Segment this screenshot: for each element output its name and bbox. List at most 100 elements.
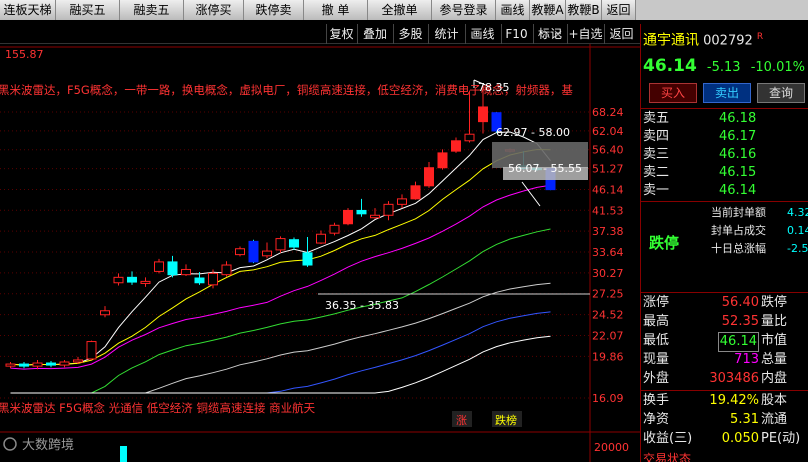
stat2-label-2: PE(动) — [761, 431, 801, 446]
stat2-row: 收益(三) 0.050 PE(动) — [641, 430, 808, 448]
trade-status: 交易状态 — [643, 452, 692, 462]
ask-price: 46.16 — [719, 147, 757, 162]
ask-price: 46.18 — [719, 111, 757, 126]
ma-line — [10, 228, 551, 394]
candle-body — [221, 264, 232, 276]
seal-row: 当前封单额 4.32 — [641, 204, 808, 222]
ask-price: 46.14 — [719, 183, 757, 198]
ask-price: 46.15 — [719, 165, 757, 180]
ask-row[interactable]: 卖二 46.15 — [641, 164, 808, 182]
stat-row: 最低 46.14 市值 — [641, 332, 808, 352]
r-badge: R — [756, 32, 764, 42]
candle-body — [316, 233, 326, 244]
toolbar-button-9[interactable]: 教鞭A — [530, 0, 566, 20]
y-tick-label: 27.25 — [592, 288, 624, 301]
pointer-line — [521, 181, 541, 207]
toolbar-button-4[interactable]: 跌停卖 — [244, 0, 304, 20]
high-label: 78.35 — [478, 81, 510, 94]
stat-value: 713 — [734, 352, 759, 367]
watermark-logo-icon — [3, 437, 17, 451]
candle-body — [46, 362, 56, 366]
candles — [5, 84, 556, 370]
candle-body — [397, 198, 407, 205]
stat2-label: 换手 — [643, 393, 670, 408]
chart-toolbar-button-1[interactable]: 叠加 — [357, 24, 392, 44]
current-price: 46.14 — [643, 56, 697, 76]
candle-body — [302, 252, 313, 266]
candle-body — [167, 261, 178, 276]
toolbar-button-5[interactable]: 撤 单 — [304, 0, 368, 20]
dieban-tag[interactable]: 跌榜 — [495, 413, 517, 427]
kline-chart[interactable]: 155.87 黑米波雷达，F5G概念，一带一路，换电概念，虚拟电厂，铜缆高速连接… — [0, 44, 640, 462]
candle-body — [289, 239, 299, 248]
candle-body — [194, 277, 205, 284]
stat-label: 最高 — [643, 314, 670, 329]
divider — [641, 292, 808, 293]
candle-body — [86, 341, 97, 360]
concept-tags-bottom: 黑米波雷达 F5G概念 光通信 低空经济 铜缆高速连接 商业航天 — [0, 401, 316, 415]
sell-button[interactable]: 卖出 — [703, 83, 751, 103]
candle-body — [275, 238, 286, 251]
stat-label: 最低 — [643, 333, 670, 348]
candle-body — [19, 363, 29, 367]
top-toolbar: 连板天梯 融买五 融卖五 涨停买 跌停卖撤 单全撤单 参号登录 画线 教鞭A 教鞭B 返回 — [0, 0, 808, 20]
ask-row[interactable]: 卖一 46.14 — [641, 182, 808, 200]
toolbar-button-10[interactable]: 教鞭B — [566, 0, 602, 20]
volume-bar — [120, 446, 127, 462]
stat-label-2: 内盘 — [761, 371, 788, 386]
buy-button[interactable]: 买入 — [649, 83, 697, 103]
price-row: 46.14 -5.13 -10.01% — [643, 57, 807, 77]
ask-row[interactable]: 卖五 46.18 — [641, 110, 808, 128]
toolbar-button-11[interactable]: 返回 — [602, 0, 636, 20]
chart-toolbar-button-6[interactable]: 标记 — [533, 24, 566, 44]
divider — [641, 201, 808, 202]
chart-toolbar-button-4[interactable]: 画线 — [465, 24, 499, 44]
candle-body — [329, 224, 340, 234]
toolbar-button-7[interactable]: 参号登录 — [432, 0, 496, 20]
ask-label: 卖四 — [643, 129, 670, 144]
chart-toolbar-button-8[interactable]: 返回 — [604, 24, 638, 44]
chart-toolbar-button-3[interactable]: 统计 — [428, 24, 464, 44]
stock-header[interactable]: 通宇通讯 002792 R — [643, 28, 807, 49]
stat-row: 现量 713 总量 — [641, 351, 808, 369]
ask-label: 卖五 — [643, 111, 670, 126]
ask-row[interactable]: 卖四 46.17 — [641, 128, 808, 146]
chart-toolbar-button-5[interactable]: F10 — [501, 24, 531, 44]
zhang-tag[interactable]: 涨 — [456, 414, 467, 427]
toolbar-button-0[interactable]: 连板天梯 — [0, 0, 56, 20]
divider — [641, 390, 808, 391]
stat-value: 52.35 — [721, 314, 759, 329]
seal-label: 封单占成交 — [711, 224, 766, 237]
toolbar-button-8[interactable]: 画线 — [496, 0, 530, 20]
candle-body — [262, 250, 272, 257]
price-change-pct: -10.01% — [750, 60, 805, 75]
toolbar-button-2[interactable]: 融卖五 — [120, 0, 184, 20]
stat2-label: 收益(三) — [643, 431, 693, 446]
toolbar-button-3[interactable]: 涨停买 — [184, 0, 244, 20]
ma-line — [10, 282, 551, 394]
ask-label: 卖三 — [643, 147, 670, 162]
seal-row: 十日总涨幅 -2.5 — [641, 240, 808, 258]
chart-toolbar-button-0[interactable]: 复权 — [326, 24, 356, 44]
chart-toolbar-button-2[interactable]: 多股 — [393, 24, 427, 44]
ask-row[interactable]: 卖三 46.16 — [641, 146, 808, 164]
chart-toolbar-button-7[interactable]: +自选 — [567, 24, 603, 44]
candle-body — [113, 276, 124, 284]
seal-value: -2.5 — [787, 242, 808, 255]
toolbar-button-6[interactable]: 全撤单 — [368, 0, 432, 20]
toolbar-button-1[interactable]: 融买五 — [56, 0, 120, 20]
ma-line — [10, 148, 551, 366]
candle-body — [59, 361, 70, 366]
ask-label: 卖二 — [643, 165, 670, 180]
candle-body — [383, 203, 394, 216]
y-tick-label: 62.04 — [592, 125, 624, 138]
stat-label-2: 跌停 — [761, 295, 788, 310]
candle-body — [451, 140, 461, 152]
stat-value: 303486 — [709, 371, 759, 386]
candle-body — [100, 310, 110, 316]
y-tick-label: 56.40 — [592, 144, 624, 157]
stock-code: 002792 — [703, 33, 753, 49]
gap-label-2: 56.07 - 55.55 — [508, 162, 582, 175]
query-button[interactable]: 查询 — [757, 83, 805, 103]
stat2-label: 净资 — [643, 412, 670, 427]
